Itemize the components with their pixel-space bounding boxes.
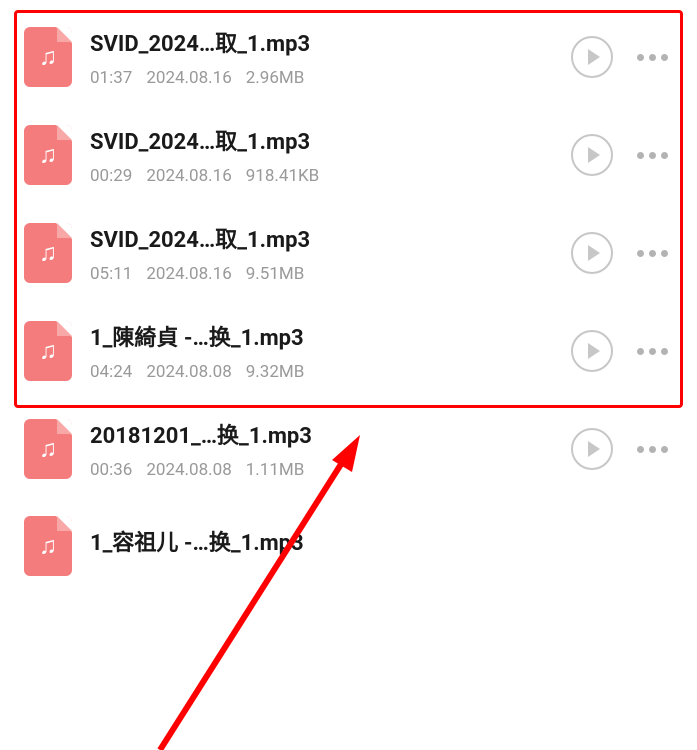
audio-file-icon: ♫ xyxy=(24,516,72,576)
file-name: SVID_2024…取_1.mp3 xyxy=(90,222,553,254)
file-row[interactable]: ♫ 20181201_…换_1.mp3 00:36 2024.08.08 1.1… xyxy=(16,400,681,498)
play-icon xyxy=(588,245,600,261)
file-duration: 00:29 xyxy=(90,166,132,186)
file-name: SVID_2024…取_1.mp3 xyxy=(90,26,553,58)
audio-file-icon: ♫ xyxy=(24,27,72,87)
file-date: 2024.08.16 xyxy=(146,264,231,284)
file-date: 2024.08.16 xyxy=(146,68,231,88)
play-icon xyxy=(588,343,600,359)
file-info: 20181201_…换_1.mp3 00:36 2024.08.08 1.11M… xyxy=(90,418,553,480)
file-row[interactable]: ♫ SVID_2024…取_1.mp3 00:29 2024.08.16 918… xyxy=(16,106,681,204)
more-button[interactable] xyxy=(631,250,673,257)
file-meta: 00:36 2024.08.08 1.11MB xyxy=(90,460,553,480)
file-info: 1_容祖儿 -…换_1.mp3 xyxy=(90,525,673,567)
file-duration: 04:24 xyxy=(90,362,132,382)
file-list: ♫ SVID_2024…取_1.mp3 01:37 2024.08.16 2.9… xyxy=(0,0,697,602)
file-meta: 00:29 2024.08.16 918.41KB xyxy=(90,166,553,186)
file-meta: 01:37 2024.08.16 2.96MB xyxy=(90,68,553,88)
file-name: 20181201_…换_1.mp3 xyxy=(90,418,553,450)
play-icon xyxy=(588,49,600,65)
play-button[interactable] xyxy=(571,232,613,274)
file-date: 2024.08.08 xyxy=(146,460,231,480)
audio-file-icon: ♫ xyxy=(24,321,72,381)
file-size: 918.41KB xyxy=(246,166,320,186)
file-row[interactable]: ♫ 1_容祖儿 -…换_1.mp3 xyxy=(16,498,681,594)
file-size: 9.51MB xyxy=(246,264,305,284)
play-button[interactable] xyxy=(571,330,613,372)
file-row[interactable]: ♫ SVID_2024…取_1.mp3 01:37 2024.08.16 2.9… xyxy=(16,8,681,106)
file-duration: 05:11 xyxy=(90,264,132,284)
play-icon xyxy=(588,441,600,457)
play-icon xyxy=(588,147,600,163)
file-info: SVID_2024…取_1.mp3 05:11 2024.08.16 9.51M… xyxy=(90,222,553,284)
audio-file-icon: ♫ xyxy=(24,223,72,283)
more-button[interactable] xyxy=(631,446,673,453)
file-meta: 04:24 2024.08.08 9.32MB xyxy=(90,362,553,382)
play-button[interactable] xyxy=(571,36,613,78)
play-button[interactable] xyxy=(571,428,613,470)
more-button[interactable] xyxy=(631,152,673,159)
more-button[interactable] xyxy=(631,348,673,355)
audio-file-icon: ♫ xyxy=(24,125,72,185)
file-info: SVID_2024…取_1.mp3 00:29 2024.08.16 918.4… xyxy=(90,124,553,186)
play-button[interactable] xyxy=(571,134,613,176)
file-meta: 05:11 2024.08.16 9.51MB xyxy=(90,264,553,284)
file-name: SVID_2024…取_1.mp3 xyxy=(90,124,553,156)
file-info: SVID_2024…取_1.mp3 01:37 2024.08.16 2.96M… xyxy=(90,26,553,88)
file-info: 1_陳綺貞 -…换_1.mp3 04:24 2024.08.08 9.32MB xyxy=(90,320,553,382)
file-row[interactable]: ♫ 1_陳綺貞 -…换_1.mp3 04:24 2024.08.08 9.32M… xyxy=(16,302,681,400)
file-date: 2024.08.08 xyxy=(146,362,231,382)
file-name: 1_容祖儿 -…换_1.mp3 xyxy=(90,525,673,557)
more-button[interactable] xyxy=(631,54,673,61)
file-size: 1.11MB xyxy=(246,460,305,480)
file-row[interactable]: ♫ SVID_2024…取_1.mp3 05:11 2024.08.16 9.5… xyxy=(16,204,681,302)
file-duration: 01:37 xyxy=(90,68,132,88)
audio-file-icon: ♫ xyxy=(24,419,72,479)
file-size: 2.96MB xyxy=(246,68,305,88)
file-duration: 00:36 xyxy=(90,460,132,480)
file-name: 1_陳綺貞 -…换_1.mp3 xyxy=(90,320,553,352)
file-date: 2024.08.16 xyxy=(146,166,231,186)
file-size: 9.32MB xyxy=(246,362,305,382)
